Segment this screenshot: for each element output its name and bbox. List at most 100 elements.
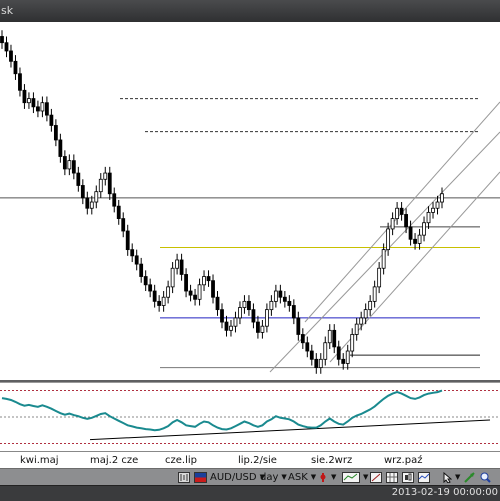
marker-tool-button[interactable]: ▼ [316, 470, 338, 484]
candle-body [166, 286, 171, 298]
candle-body [296, 317, 301, 335]
candle-body [94, 191, 99, 203]
status-bar: 2013-02-19 00:00:00 [0, 485, 500, 501]
candle-body [417, 234, 422, 244]
candle-body [314, 358, 319, 368]
indicator-tool-button[interactable] [416, 470, 432, 484]
arrow-tool-button[interactable]: ▼ [440, 470, 462, 484]
candle-body [76, 172, 81, 186]
candle-body [121, 218, 126, 232]
chart-mode-button[interactable] [176, 470, 192, 484]
dropdown-icon: ▼ [331, 473, 337, 481]
candle-body [103, 172, 108, 180]
candle-body [431, 207, 435, 213]
candle-body [148, 284, 153, 292]
candle-body [435, 201, 440, 209]
candle-body [242, 300, 247, 308]
arrow-tool-icon [443, 471, 452, 483]
candle-body [386, 228, 391, 251]
candle-body [161, 296, 166, 306]
candle-body [264, 309, 269, 327]
x-label-lip: lip.2/sie [238, 455, 277, 466]
x-label-maj: maj.2 cze [90, 455, 139, 466]
candle-body [188, 290, 193, 296]
zoom-tool-button[interactable] [478, 470, 493, 484]
candle-body [211, 280, 215, 298]
candle-body [377, 267, 382, 288]
price-side-select[interactable]: ASK ▼ [286, 470, 318, 484]
candle-body [4, 42, 9, 52]
candle-body [184, 274, 188, 292]
window-title: sk [1, 4, 14, 17]
candle-body [206, 276, 211, 282]
time-axis: kwi.maj maj.2 cze cze.lip lip.2/sie sie.… [0, 451, 500, 468]
symbol-label: AUD/USD [210, 471, 257, 483]
period-label: day [260, 471, 279, 483]
zoom-icon [480, 472, 491, 483]
price-side-label: ASK [288, 471, 308, 483]
period-select[interactable]: day ▼ [258, 470, 289, 484]
candle-body [215, 296, 220, 311]
dropdown-icon: ▼ [455, 473, 461, 481]
candle-body [130, 249, 135, 257]
symbol-select[interactable]: AUD/USD ▼ [192, 470, 267, 484]
candle-body [98, 178, 103, 193]
candle-body [341, 358, 346, 364]
title-bar: sk [0, 0, 500, 23]
candle-icon [402, 471, 414, 483]
period-tool-button[interactable]: ▼ [340, 470, 370, 484]
indicator-pane[interactable] [0, 382, 500, 451]
candle-body [363, 309, 368, 319]
candle-body [440, 193, 444, 203]
price-chart-svg[interactable] [0, 22, 500, 380]
candle-body [134, 255, 139, 265]
candle-body [9, 50, 13, 62]
candle-body [395, 207, 400, 219]
candle-body [404, 214, 408, 228]
candle-body [44, 102, 49, 116]
grid-tool-button[interactable] [384, 470, 400, 484]
candle-body [112, 193, 117, 207]
drawing-icon [370, 471, 382, 483]
candle-body [372, 286, 377, 302]
candle-body [381, 249, 386, 269]
candle-body [67, 160, 72, 170]
period-tool-icon [342, 471, 360, 483]
candle-body [202, 276, 206, 286]
candle-body [40, 102, 45, 112]
candle-body [350, 334, 355, 352]
indicator-svg[interactable] [0, 383, 500, 451]
candle-body [193, 294, 197, 300]
candle-body [58, 139, 63, 157]
candle-body [80, 185, 85, 199]
candle-body [107, 172, 112, 195]
flag-icon [194, 471, 207, 483]
candle-body [332, 329, 337, 348]
candle-body [345, 350, 350, 364]
candle-body [224, 321, 229, 331]
pointer-icon [464, 471, 475, 483]
candle-body [22, 89, 27, 104]
status-timestamp: 2013-02-19 00:00:00 [391, 487, 498, 498]
candle-body [85, 197, 90, 209]
candle-body [273, 290, 278, 302]
candle-body [53, 125, 58, 141]
price-chart[interactable] [0, 22, 500, 380]
candle-body [238, 307, 242, 319]
candle-body [426, 211, 431, 224]
candle-body [256, 321, 260, 333]
pointer-tool-button[interactable] [462, 470, 477, 484]
x-label-sie: sie.2wrz [311, 455, 353, 466]
candle-body [278, 290, 283, 298]
candle-body [229, 325, 233, 331]
drawing-tool-button[interactable] [368, 470, 384, 484]
candle-body [175, 259, 180, 269]
candle-body [89, 201, 94, 209]
candle-body [152, 290, 157, 302]
candle-body [413, 238, 417, 244]
candle-body [269, 300, 274, 311]
chart-type-button[interactable] [400, 470, 416, 484]
candle-body [139, 263, 144, 277]
candle-body [36, 106, 40, 112]
candle-body [71, 160, 76, 174]
